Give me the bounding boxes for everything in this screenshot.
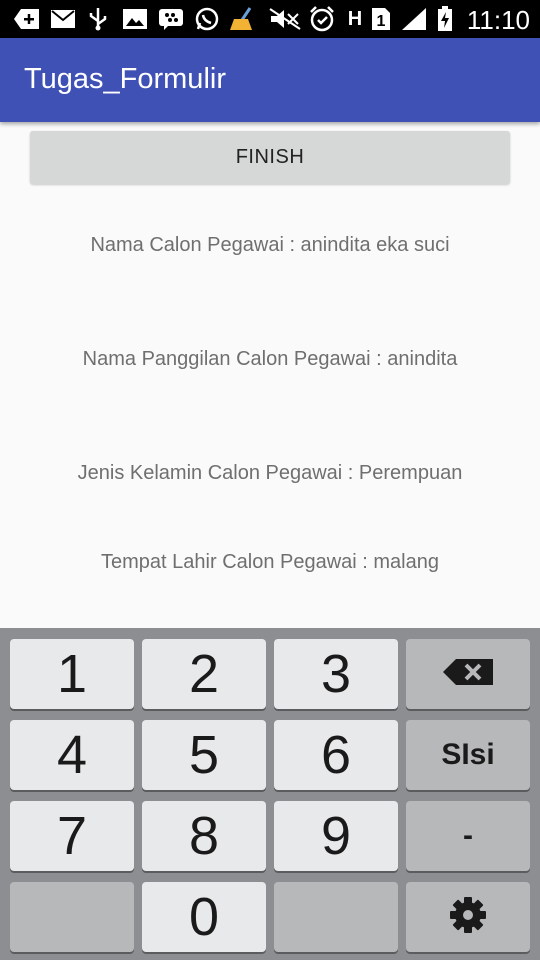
blank-key-right[interactable] xyxy=(274,882,398,952)
mail-icon xyxy=(50,8,76,30)
minus-key[interactable]: - xyxy=(406,801,530,871)
mute-icon xyxy=(268,8,302,30)
key-3[interactable]: 3 xyxy=(274,639,398,709)
usb-icon xyxy=(86,8,110,31)
sim-1-icon: 1 xyxy=(370,8,392,30)
key-2[interactable]: 2 xyxy=(142,639,266,709)
blank-key-left[interactable] xyxy=(10,882,134,952)
bbm-icon xyxy=(158,8,184,30)
battery-charging-icon xyxy=(436,6,454,31)
status-time: 11:10 xyxy=(466,5,530,35)
nama-text: Nama Calon Pegawai : anindita eka suci xyxy=(90,234,450,256)
status-bar: H 1 11:10 xyxy=(0,0,540,38)
image-icon xyxy=(122,8,148,30)
gear-icon xyxy=(448,895,488,940)
signal-icon xyxy=(400,8,428,30)
key-8[interactable]: 8 xyxy=(142,801,266,871)
add-box-icon xyxy=(12,8,42,30)
broom-icon xyxy=(228,7,256,30)
nama-panggilan-text: Nama Panggilan Calon Pegawai : anindita xyxy=(82,348,458,370)
sisi-key[interactable]: SIsi xyxy=(406,720,530,790)
key-6[interactable]: 6 xyxy=(274,720,398,790)
app-title: Tugas_Formulir xyxy=(24,63,226,95)
key-9[interactable]: 9 xyxy=(274,801,398,871)
whatsapp-icon xyxy=(194,7,220,31)
alarm-icon xyxy=(308,6,336,32)
app-bar: Tugas_Formulir xyxy=(0,38,540,122)
finish-button[interactable]: FINISH xyxy=(30,131,510,184)
numeric-keyboard: 1 2 3 4 5 6 SIsi 7 8 9 - 0 xyxy=(0,628,540,960)
key-1[interactable]: 1 xyxy=(10,639,134,709)
jenis-kelamin-text: Jenis Kelamin Calon Pegawai : Perempuan xyxy=(77,462,463,484)
key-4[interactable]: 4 xyxy=(10,720,134,790)
network-h-icon: H xyxy=(347,7,363,30)
backspace-icon xyxy=(442,658,494,691)
backspace-key[interactable] xyxy=(406,639,530,709)
svg-text:1: 1 xyxy=(377,13,386,30)
tempat-lahir-text: Tempat Lahir Calon Pegawai : malang xyxy=(101,551,439,573)
key-0[interactable]: 0 xyxy=(142,882,266,952)
settings-key[interactable] xyxy=(406,882,530,952)
key-7[interactable]: 7 xyxy=(10,801,134,871)
key-5[interactable]: 5 xyxy=(142,720,266,790)
